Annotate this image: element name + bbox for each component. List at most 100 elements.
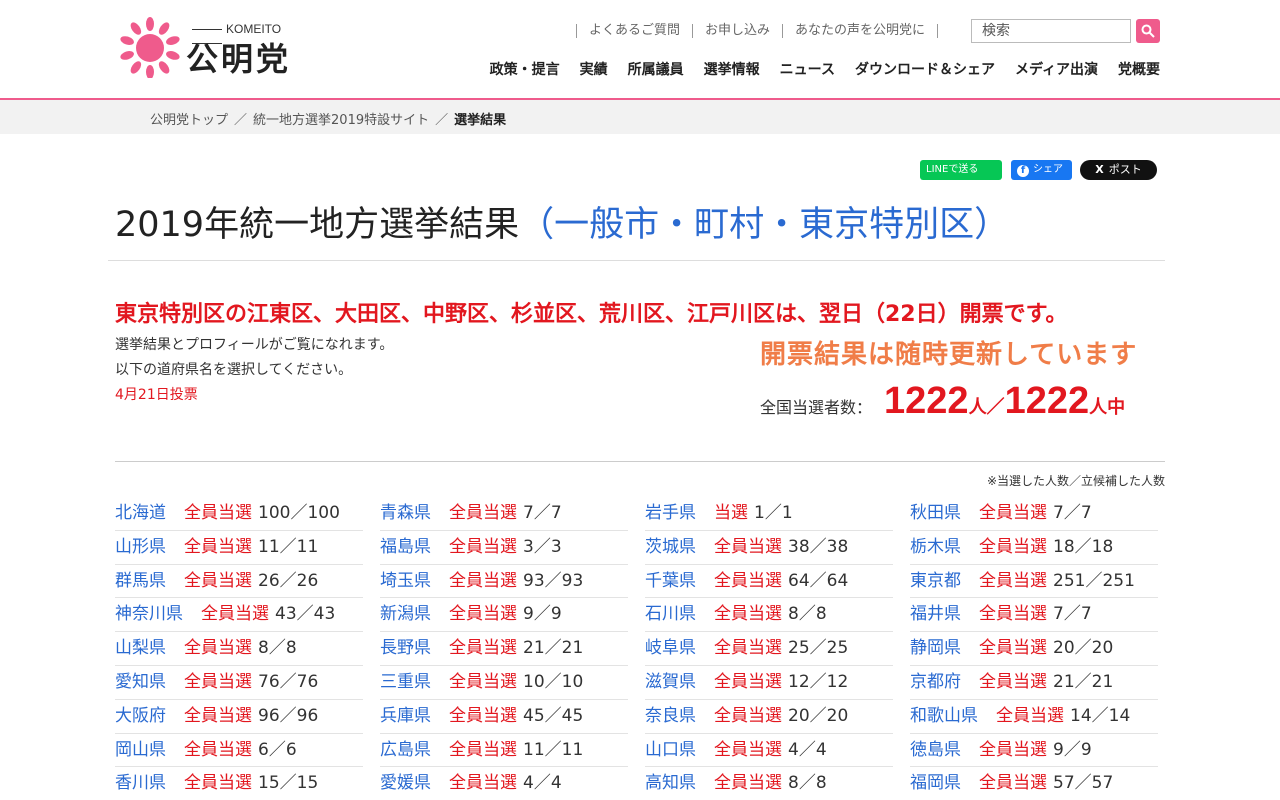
search-icon: [1141, 24, 1155, 38]
nav-members[interactable]: 所属議員: [628, 59, 684, 79]
prefecture-link[interactable]: 香川県: [115, 773, 166, 793]
prefecture-link[interactable]: 新潟県: [380, 604, 431, 624]
nav-policy[interactable]: 政策・提言: [490, 59, 560, 79]
prefecture-link[interactable]: 東京都: [910, 571, 961, 591]
election-status: 全員当選: [714, 604, 782, 625]
election-status: 全員当選: [449, 705, 517, 726]
prefecture-link[interactable]: 青森県: [380, 503, 431, 523]
prefecture-result-item: 愛媛県 全員当選 4／4: [380, 767, 628, 800]
search-input[interactable]: [971, 19, 1131, 43]
voice-link[interactable]: あなたの声を公明党に: [781, 24, 938, 38]
nav-about[interactable]: 党概要: [1118, 59, 1160, 79]
prefecture-link[interactable]: 岡山県: [115, 740, 166, 760]
prefecture-link[interactable]: 静岡県: [910, 638, 961, 658]
prefecture-link[interactable]: 和歌山県: [910, 706, 978, 726]
election-status: 全員当選: [449, 503, 517, 523]
prefecture-result-item: 茨城県 全員当選 38／38: [645, 531, 893, 565]
prefecture-link[interactable]: 広島県: [380, 740, 431, 760]
search-button[interactable]: [1136, 19, 1160, 43]
prefecture-result-item: 山形県 全員当選 11／11: [115, 531, 363, 565]
elected-ratio: 20／20: [788, 705, 849, 726]
prefecture-link[interactable]: 大阪府: [115, 706, 166, 726]
candidate-count: 1222: [1004, 380, 1090, 422]
line-share-button[interactable]: LINEで送る: [920, 160, 1002, 180]
election-status: 全員当選: [996, 705, 1064, 726]
prefecture-result-item: 京都府 全員当選 21／21: [910, 666, 1158, 700]
elected-ratio: 8／8: [258, 638, 297, 659]
prefecture-link[interactable]: 栃木県: [910, 537, 961, 557]
prefecture-link[interactable]: 滋賀県: [645, 672, 696, 692]
prefecture-link[interactable]: 北海道: [115, 503, 166, 523]
prefecture-link[interactable]: 埼玉県: [380, 571, 431, 591]
prefecture-result-item: 新潟県 全員当選 9／9: [380, 598, 628, 633]
elected-ratio: 64／64: [788, 570, 849, 591]
nav-election-info[interactable]: 選挙情報: [704, 59, 760, 79]
prefecture-link[interactable]: 岐阜県: [645, 638, 696, 658]
prefecture-link[interactable]: 岩手県: [645, 503, 696, 523]
page-title-sub: （一般市・町村・東京特別区）: [519, 205, 1010, 245]
prefecture-result-item: 群馬県 全員当選 26／26: [115, 565, 363, 599]
elected-ratio: 3／3: [523, 536, 562, 557]
prefecture-link[interactable]: 茨城県: [645, 537, 696, 557]
page-title: 2019年統一地方選挙結果（一般市・町村・東京特別区）: [115, 196, 1009, 247]
election-status: 全員当選: [184, 570, 252, 591]
apply-link[interactable]: お申し込み: [691, 24, 782, 38]
prefecture-link[interactable]: 福岡県: [910, 773, 961, 793]
election-status: 全員当選: [184, 773, 252, 794]
election-status: 全員当選: [979, 638, 1047, 659]
prefecture-link[interactable]: 京都府: [910, 672, 961, 692]
elected-count: 1222: [884, 380, 969, 422]
facebook-share-button[interactable]: f シェア: [1011, 160, 1072, 180]
results-note: ※当選した人数／立候補した人数: [986, 474, 1165, 488]
prefecture-link[interactable]: 高知県: [645, 773, 696, 793]
election-status: 全員当選: [714, 536, 782, 557]
nav-achievements[interactable]: 実績: [580, 59, 608, 79]
prefecture-result-item: 香川県 全員当選 15／15: [115, 767, 363, 800]
elected-ratio: 25／25: [788, 638, 849, 659]
prefecture-link[interactable]: 秋田県: [910, 503, 961, 523]
breadcrumb-separator: ／: [435, 113, 449, 128]
prefecture-link[interactable]: 兵庫県: [380, 706, 431, 726]
prefecture-link[interactable]: 愛媛県: [380, 773, 431, 793]
elected-unit: 人／: [968, 397, 1005, 418]
prefecture-result-item: 岐阜県 全員当選 25／25: [645, 632, 893, 666]
prefecture-link[interactable]: 神奈川県: [115, 604, 183, 624]
komeito-logo[interactable]: KOMEITO 公明党: [118, 14, 318, 84]
sun-logo-icon: [120, 17, 180, 78]
prefecture-link[interactable]: 千葉県: [645, 571, 696, 591]
election-status: 全員当選: [979, 604, 1047, 625]
breadcrumb-home[interactable]: 公明党トップ: [150, 113, 228, 128]
prefecture-result-item: 青森県 全員当選 7／7: [380, 497, 628, 531]
prefecture-result-item: 東京都 全員当選 251／251: [910, 565, 1158, 599]
prefecture-link[interactable]: 群馬県: [115, 571, 166, 591]
prefecture-link[interactable]: 長野県: [380, 638, 431, 658]
nav-news[interactable]: ニュース: [780, 59, 835, 79]
elected-ratio: 21／21: [523, 638, 584, 659]
breadcrumb-election-site[interactable]: 統一地方選挙2019特設サイト: [253, 113, 429, 128]
vote-date: 4月21日投票: [115, 387, 198, 403]
prefecture-link[interactable]: 石川県: [645, 604, 696, 624]
prefecture-result-item: 三重県 全員当選 10／10: [380, 666, 628, 700]
prefecture-result-item: 神奈川県 全員当選 43／43: [115, 598, 363, 633]
x-icon: X: [1095, 163, 1104, 176]
prefecture-link[interactable]: 奈良県: [645, 706, 696, 726]
elected-ratio: 93／93: [523, 570, 584, 591]
prefecture-link[interactable]: 山形県: [115, 537, 166, 557]
prefecture-link[interactable]: 愛知県: [115, 672, 166, 692]
election-status: 全員当選: [449, 773, 517, 794]
prefecture-link[interactable]: 三重県: [380, 672, 431, 692]
elected-ratio: 15／15: [258, 773, 319, 794]
prefecture-link[interactable]: 山口県: [645, 740, 696, 760]
prefecture-result-item: 高知県 全員当選 8／8: [645, 767, 893, 800]
prefecture-link[interactable]: 徳島県: [910, 740, 961, 760]
election-status: 全員当選: [979, 773, 1047, 794]
prefecture-link[interactable]: 福島県: [380, 537, 431, 557]
faq-link[interactable]: よくあるご質問: [575, 24, 692, 38]
nav-media[interactable]: メディア出演: [1015, 59, 1098, 79]
prefecture-link[interactable]: 福井県: [910, 604, 961, 624]
prefecture-link[interactable]: 山梨県: [115, 638, 166, 658]
prefecture-result-item: 福井県 全員当選 7／7: [910, 598, 1158, 633]
elected-ratio: 14／14: [1070, 705, 1131, 726]
nav-download-share[interactable]: ダウンロード＆シェア: [855, 59, 995, 79]
x-post-button[interactable]: X ポスト: [1080, 160, 1157, 180]
